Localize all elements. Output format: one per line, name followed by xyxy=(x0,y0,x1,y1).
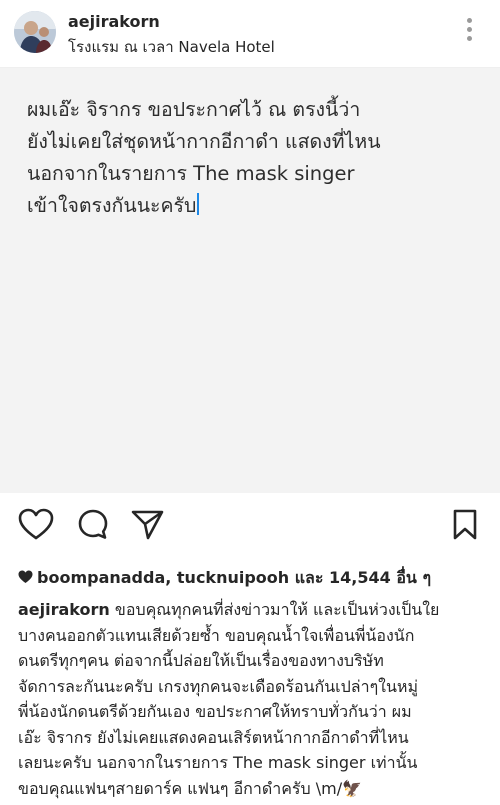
more-vertical-icon[interactable] xyxy=(464,18,474,46)
post-header: aejirakorn โรงแรม ณ เวลา Navela Hotel xyxy=(0,0,500,68)
caption-line: จัดการละกันนะครับ เกรงทุกคนจะเดือดร้อนกั… xyxy=(18,676,419,696)
image-text-line: นอกจากในรายการ The mask singer xyxy=(27,162,355,185)
heart-filled-icon xyxy=(18,570,33,583)
image-text-line: ผมเอ๊ะ จิรากร ขอประกาศไว้ ณ ตรงนี้ว่า xyxy=(27,98,361,121)
caption-line: ขอบคุณแฟนๆสายดาร์ค แฟนๆ อีกาดำครับ \m/🦅 xyxy=(18,778,363,798)
caption-line: พี่น้องนักดนตรีด้วยกันเอง ขอประกาศให้ทรา… xyxy=(18,702,412,721)
share-icon[interactable] xyxy=(130,508,165,541)
location-link[interactable]: โรงแรม ณ เวลา Navela Hotel xyxy=(68,35,275,59)
avatar[interactable] xyxy=(14,11,56,53)
comment-icon[interactable] xyxy=(77,508,109,541)
caption-line: บางคนออกตัวแทนเสียด้วยซ้ำ ขอบคุณน้ำใจเพื… xyxy=(18,625,415,645)
caption: aejirakorn ขอบคุณทุกคนที่ส่งข่าวมาให้ แล… xyxy=(18,597,488,801)
text-cursor xyxy=(197,193,199,215)
image-text-line-last: เข้าใจตรงกันนะครับ xyxy=(27,190,487,222)
likes-summary[interactable]: boompanadda, tucknuipooh และ 14,544 อื่น… xyxy=(18,566,431,591)
caption-line: เลยนะครับ นอกจากในรายการ The mask singer… xyxy=(18,753,418,772)
image-text-line: ยังไม่เคยใส่ชุดหน้ากากอีกาดำ แสดงที่ไหน xyxy=(27,130,381,153)
username[interactable]: aejirakorn xyxy=(68,12,160,31)
image-text-line: เข้าใจตรงกันนะครับ xyxy=(27,194,197,217)
caption-line: เอ๊ะ จิรากร ยังไม่เคยแสดงคอนเสิร์ตหน้ากา… xyxy=(18,727,409,747)
caption-line: ดนตรีทุกๆคน ต่อจากนี้ปล่อยให้เป็นเรื่องข… xyxy=(18,651,384,670)
likes-text: boompanadda, tucknuipooh และ 14,544 อื่น… xyxy=(37,568,432,587)
caption-text: ขอบคุณทุกคนที่ส่งข่าวมาให้ และเป็นห่วงเป… xyxy=(114,600,440,619)
bookmark-icon[interactable] xyxy=(452,508,478,541)
caption-username[interactable]: aejirakorn xyxy=(18,600,110,619)
caption-first-line: aejirakorn ขอบคุณทุกคนที่ส่งข่าวมาให้ แล… xyxy=(18,597,488,623)
action-bar xyxy=(0,493,500,557)
post-image-text: ผมเอ๊ะ จิรากร ขอประกาศไว้ ณ ตรงนี้ว่า ยั… xyxy=(27,94,487,222)
heart-icon[interactable] xyxy=(18,508,54,541)
